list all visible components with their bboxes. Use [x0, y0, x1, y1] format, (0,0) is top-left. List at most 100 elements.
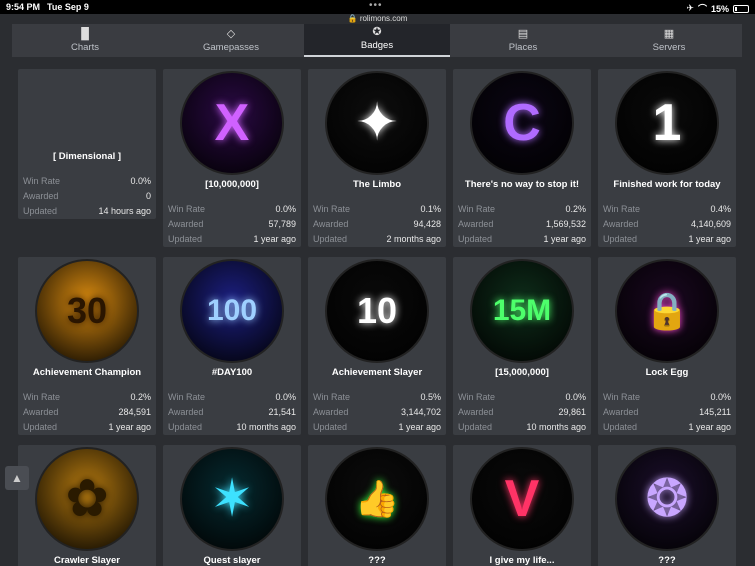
- badge-name: [10,000,000]: [205, 179, 259, 190]
- updated-value: 10 months ago: [236, 421, 296, 432]
- awarded-row: Awarded 0: [23, 188, 151, 203]
- updated-value: 1 year ago: [108, 421, 151, 432]
- arrow-up-icon: ▲: [11, 471, 23, 485]
- badge-name: There's no way to stop it!: [464, 179, 580, 190]
- badge-emblem: 10: [356, 290, 398, 331]
- badge-card[interactable]: [ Dimensional ] Win Rate 0.0% Awarded 0 Updat…: [18, 69, 156, 219]
- badge-stats: Win Rate 0.2% Awarded 1,569,532 Updated 1 yea…: [458, 201, 586, 246]
- badge-card[interactable]: ❂???: [598, 445, 736, 566]
- badge-icon: 10: [325, 259, 429, 363]
- badge-card[interactable]: 👍???: [308, 445, 446, 566]
- awarded-label: Awarded: [603, 406, 639, 417]
- awarded-value: 1,569,532: [545, 218, 586, 229]
- badge-name: Lock Egg: [645, 367, 689, 378]
- awarded-label: Awarded: [168, 406, 204, 417]
- badge-name: ???: [658, 555, 676, 566]
- badge-name: Crawler Slayer: [53, 555, 120, 566]
- badge-emblem: ✿: [65, 470, 109, 528]
- badge-emblem: 30: [66, 290, 108, 331]
- more-dots-icon[interactable]: •••: [369, 0, 383, 11]
- awarded-value: 4,140,609: [690, 218, 731, 229]
- tab-badges[interactable]: ✪ Badges: [304, 24, 450, 57]
- updated-value: 2 months ago: [386, 233, 441, 244]
- url-text[interactable]: 🔒 rolimons.com: [0, 14, 755, 23]
- status-date: Tue Sep 9: [47, 2, 89, 12]
- win-rate-row: Win Rate 0.0%: [168, 201, 296, 216]
- badge-card[interactable]: 🔒 Lock Egg Win Rate 0.0% Awarded 145,211 Updat…: [598, 257, 736, 435]
- badge-card[interactable]: X [10,000,000] Win Rate 0.0% Awarded 57,789 Up…: [163, 69, 301, 247]
- win-rate-value: 0.0%: [275, 391, 296, 402]
- badge-icon: X: [180, 71, 284, 175]
- badge-icon: ✪: [372, 26, 382, 38]
- badge-card[interactable]: 10 Achievement Slayer Win Rate 0.5% Awarded 3…: [308, 257, 446, 435]
- tab-label: Charts: [71, 42, 99, 53]
- tab-gamepasses[interactable]: ◇ Gamepasses: [158, 24, 304, 57]
- win-rate-label: Win Rate: [603, 391, 641, 402]
- badge-card[interactable]: ✶ Quest slayer: [163, 445, 301, 566]
- scroll-to-top-button[interactable]: ▲: [5, 466, 29, 490]
- badge-stats: Win Rate 0.0% Awarded 29,861 Updated 10 month…: [458, 389, 586, 434]
- awarded-row: Awarded 21,541: [168, 404, 296, 419]
- awarded-label: Awarded: [603, 218, 639, 229]
- url-label: rolimons.com: [359, 14, 408, 23]
- badge-icon: 👍: [325, 447, 429, 551]
- badge-icon: 🔒: [615, 259, 719, 363]
- win-rate-label: Win Rate: [313, 391, 351, 402]
- badge-card[interactable]: ✿ Crawler Slayer: [18, 445, 156, 566]
- win-rate-row: Win Rate 0.1%: [313, 201, 441, 216]
- awarded-row: Awarded 284,591: [23, 404, 151, 419]
- badge-name: ???: [368, 555, 386, 566]
- tab-bar: ▐▌ Charts ◇ Gamepasses ✪ Badges ▤ Places ▦ Server…: [12, 24, 742, 57]
- badge-name: Quest slayer: [203, 555, 261, 566]
- badge-icon: 1: [615, 71, 719, 175]
- badge-card[interactable]: 15M [15,000,000] Win Rate 0.0% Awarded 29,861…: [453, 257, 591, 435]
- badge-name: Achievement Slayer: [331, 367, 423, 378]
- badge-icon: 15M: [470, 259, 574, 363]
- win-rate-value: 0.2%: [565, 203, 586, 214]
- awarded-value: 29,861: [558, 406, 586, 417]
- win-rate-row: Win Rate 0.2%: [23, 389, 151, 404]
- updated-label: Updated: [603, 421, 638, 432]
- updated-label: Updated: [603, 233, 638, 244]
- updated-label: Updated: [168, 233, 203, 244]
- updated-label: Updated: [313, 233, 348, 244]
- badge-emblem: X: [214, 94, 250, 152]
- badge-stats: Win Rate 0.4% Awarded 4,140,609 Updated 1 yea…: [603, 201, 731, 246]
- awarded-row: Awarded 1,569,532: [458, 216, 586, 231]
- badge-emblem: ❂: [645, 470, 689, 528]
- tab-label: Badges: [360, 40, 394, 51]
- updated-value: 14 hours ago: [98, 205, 151, 216]
- awarded-value: 21,541: [268, 406, 296, 417]
- badge-icon: ✿: [35, 447, 139, 551]
- badge-emblem: ✶: [210, 470, 254, 528]
- tab-places[interactable]: ▤ Places: [450, 24, 596, 57]
- updated-row: Updated 1 year ago: [603, 419, 731, 434]
- badge-icon: 100: [180, 259, 284, 363]
- tab-label: Servers: [652, 42, 686, 53]
- updated-label: Updated: [458, 233, 493, 244]
- updated-value: 1 year ago: [543, 233, 586, 244]
- badge-name: Finished work for today: [613, 179, 721, 190]
- badge-card[interactable]: 1 Finished work for today Win Rate 0.4% Awar…: [598, 69, 736, 247]
- tab-servers[interactable]: ▦ Servers: [596, 24, 742, 57]
- awarded-value: 0: [145, 190, 151, 201]
- badge-card[interactable]: 100 #DAY100 Win Rate 0.0% Awarded 21,541 Updat…: [163, 257, 301, 435]
- win-rate-label: Win Rate: [23, 175, 61, 186]
- badge-emblem: 100: [206, 294, 258, 327]
- badge-card[interactable]: V I give my life...: [453, 445, 591, 566]
- badge-icon: C: [470, 71, 574, 175]
- win-rate-row: Win Rate 0.2%: [458, 201, 586, 216]
- tab-charts[interactable]: ▐▌ Charts: [12, 24, 158, 57]
- badge-name: I give my life...: [489, 555, 555, 566]
- tab-label: Gamepasses: [203, 42, 259, 53]
- badge-grid: [ Dimensional ] Win Rate 0.0% Awarded 0 Updat…: [18, 69, 736, 566]
- badge-card[interactable]: C There's no way to stop it! Win Rate 0.2% A…: [453, 69, 591, 247]
- badge-card[interactable]: 30 Achievement Champion Win Rate 0.2% Awarde…: [18, 257, 156, 435]
- win-rate-value: 0.2%: [130, 391, 151, 402]
- updated-value: 10 months ago: [526, 421, 586, 432]
- updated-row: Updated 1 year ago: [603, 231, 731, 246]
- awarded-label: Awarded: [23, 190, 59, 201]
- awarded-row: Awarded 145,211: [603, 404, 731, 419]
- badge-card[interactable]: ✦ The Limbo Win Rate 0.1% Awarded 94,428 Updat…: [308, 69, 446, 247]
- badge-name: [ Dimensional ]: [52, 151, 122, 162]
